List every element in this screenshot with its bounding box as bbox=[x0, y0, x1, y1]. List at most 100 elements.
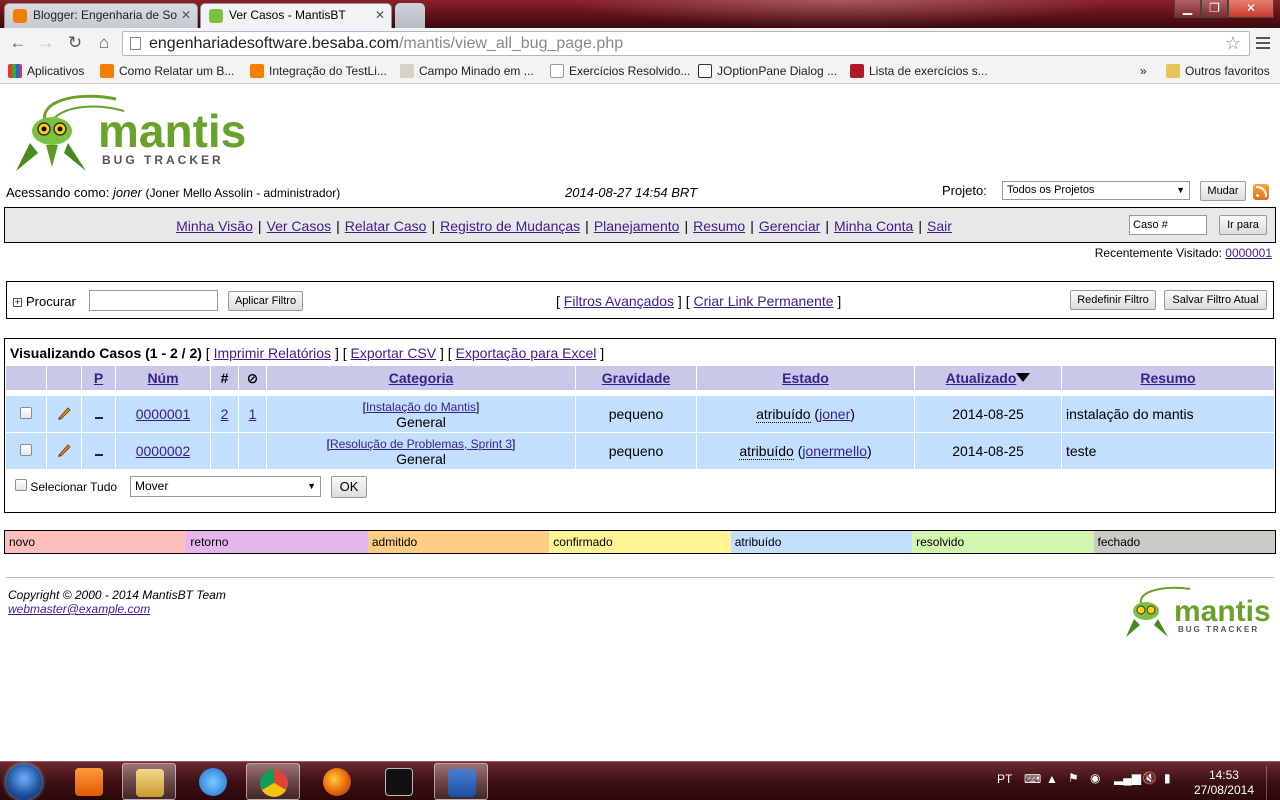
advanced-filters-link[interactable]: Filtros Avançados bbox=[564, 293, 674, 309]
mantis-logo[interactable]: mantis BUG TRACKER bbox=[6, 93, 246, 177]
url-path: /mantis/view_all_bug_page.php bbox=[398, 35, 624, 52]
bug-handler-link[interactable]: jonermello bbox=[802, 443, 867, 459]
taskbar-explorer[interactable] bbox=[122, 763, 176, 800]
filter-toggle[interactable]: + Procurar bbox=[13, 294, 76, 309]
bug-handler-link[interactable]: joner bbox=[819, 406, 850, 422]
webmaster-email-link[interactable]: webmaster@example.com bbox=[8, 602, 150, 616]
col-category[interactable]: Categoria bbox=[389, 370, 454, 386]
blogger-icon bbox=[250, 64, 264, 78]
menu-changelog[interactable]: Registro de Mudanças bbox=[440, 218, 580, 234]
status-legend: novo retorno admitido confirmado atribuí… bbox=[4, 530, 1276, 554]
col-updated[interactable]: Atualizado bbox=[946, 370, 1017, 386]
tab-mantis[interactable]: Ver Casos - MantisBT ✕ bbox=[200, 3, 392, 28]
taskbar-cmd[interactable] bbox=[372, 763, 426, 800]
taskbar-media-player[interactable] bbox=[62, 763, 116, 800]
menu-logout[interactable]: Sair bbox=[927, 218, 952, 234]
select-all-checkbox[interactable] bbox=[15, 479, 27, 491]
mantis-footer-logo[interactable]: mantis BUG TRACKER bbox=[1120, 585, 1272, 645]
reload-icon[interactable]: ↻ bbox=[63, 32, 87, 54]
bookmark-item[interactable]: Como Relatar um B... bbox=[100, 62, 234, 80]
close-tab-icon[interactable]: ✕ bbox=[181, 4, 191, 27]
bookmark-item[interactable]: Lista de exercícios s... bbox=[850, 62, 988, 80]
avast-icon[interactable]: ◉ bbox=[1090, 771, 1100, 785]
bookmark-item[interactable]: Integração do TestLi... bbox=[250, 62, 387, 80]
other-bookmarks[interactable]: Outros favoritos bbox=[1166, 62, 1270, 80]
menu-summary[interactable]: Resumo bbox=[693, 218, 745, 234]
taskbar-firefox[interactable] bbox=[310, 763, 364, 800]
apply-filter-button[interactable]: Aplicar Filtro bbox=[228, 291, 303, 311]
bug-id-link[interactable]: 0000001 bbox=[136, 406, 191, 422]
address-bar[interactable]: engenhariadesoftware.besaba.com/mantis/v… bbox=[122, 31, 1250, 56]
create-permalink-link[interactable]: Criar Link Permanente bbox=[693, 293, 833, 309]
print-reports-link[interactable]: Imprimir Relatórios bbox=[214, 345, 331, 361]
back-icon[interactable]: ← bbox=[6, 32, 30, 54]
menu-manage[interactable]: Gerenciar bbox=[759, 218, 820, 234]
bug-list-title: Visualizando Casos (1 - 2 / 2) bbox=[10, 345, 202, 361]
row-checkbox[interactable] bbox=[20, 407, 32, 419]
action-center-flag-icon[interactable]: ⚑ bbox=[1068, 771, 1079, 785]
chrome-menu-icon[interactable] bbox=[1256, 34, 1270, 52]
login-user-detail: (Joner Mello Assolin - administrador) bbox=[145, 186, 341, 200]
minimize-button[interactable]: ▁ bbox=[1174, 0, 1201, 18]
bookmark-apps[interactable]: Aplicativos bbox=[8, 62, 84, 80]
bulk-ok-button[interactable]: OK bbox=[331, 476, 367, 498]
bookmark-item[interactable]: Exercícios Resolvido... bbox=[550, 62, 690, 80]
show-desktop-button[interactable] bbox=[1266, 766, 1280, 800]
rss-icon[interactable] bbox=[1253, 184, 1269, 200]
taskbar-clock[interactable]: 14:53 27/08/2014 bbox=[1194, 768, 1254, 798]
restore-button[interactable]: ❐ bbox=[1201, 0, 1228, 18]
edit-pencil-icon[interactable] bbox=[56, 405, 72, 421]
tab-blogger[interactable]: Blogger: Engenharia de So ✕ bbox=[4, 3, 198, 28]
keyboard-icon[interactable]: ⌨ bbox=[1024, 772, 1041, 786]
jump-to-issue-input[interactable]: Caso # bbox=[1129, 215, 1207, 235]
new-tab-button[interactable] bbox=[395, 3, 425, 28]
power-icon[interactable]: ▮ bbox=[1164, 771, 1171, 785]
bookmark-star-icon[interactable]: ☆ bbox=[1225, 32, 1241, 55]
save-filter-button[interactable]: Salvar Filtro Atual bbox=[1164, 290, 1267, 310]
forward-icon[interactable]: → bbox=[34, 32, 58, 54]
col-status[interactable]: Estado bbox=[782, 370, 829, 386]
project-select[interactable]: Todos os Projetos ▼ bbox=[1002, 181, 1190, 200]
menu-report-issue[interactable]: Relatar Caso bbox=[345, 218, 427, 234]
reset-filter-button[interactable]: Redefinir Filtro bbox=[1070, 290, 1156, 310]
bug-summary: instalação do mantis bbox=[1062, 396, 1274, 432]
network-signal-icon[interactable]: ▂▄▆ bbox=[1114, 771, 1141, 785]
bookmark-item[interactable]: JOptionPane Dialog ... bbox=[698, 62, 837, 80]
col-priority[interactable]: P bbox=[94, 370, 103, 386]
bug-id-link[interactable]: 0000002 bbox=[136, 443, 191, 459]
close-tab-icon[interactable]: ✕ bbox=[375, 4, 385, 27]
bug-project-link[interactable]: Resolução de Problemas, Sprint 3 bbox=[330, 437, 512, 451]
jump-to-issue-button[interactable]: Ir para bbox=[1219, 215, 1267, 235]
col-id[interactable]: Núm bbox=[147, 370, 178, 386]
export-csv-link[interactable]: Exportar CSV bbox=[351, 345, 437, 361]
menu-roadmap[interactable]: Planejamento bbox=[594, 218, 680, 234]
col-summary[interactable]: Resumo bbox=[1140, 370, 1195, 386]
menu-view-issues[interactable]: Ver Casos bbox=[267, 218, 332, 234]
legend-confirmed: confirmado bbox=[549, 531, 731, 553]
tray-expand-icon[interactable]: ▲ bbox=[1046, 772, 1058, 786]
bookmarks-overflow[interactable]: » bbox=[1140, 62, 1147, 80]
menu-my-view[interactable]: Minha Visão bbox=[176, 218, 253, 234]
taskbar-ie[interactable] bbox=[186, 763, 240, 800]
volume-muted-icon[interactable]: 🔇 bbox=[1142, 771, 1157, 785]
bulk-action-select[interactable]: Mover ▼ bbox=[130, 476, 321, 497]
recently-visited-link[interactable]: 0000001 bbox=[1225, 246, 1272, 260]
taskbar-word[interactable] bbox=[434, 763, 488, 800]
language-indicator[interactable]: PT bbox=[997, 772, 1012, 786]
menu-my-account[interactable]: Minha Conta bbox=[834, 218, 913, 234]
row-checkbox[interactable] bbox=[20, 444, 32, 456]
bookmark-item[interactable]: Campo Minado em ... bbox=[400, 62, 534, 80]
bug-project-link[interactable]: Instalação do Mantis bbox=[366, 400, 476, 414]
taskbar-chrome[interactable] bbox=[246, 763, 300, 800]
start-button[interactable] bbox=[6, 764, 42, 800]
bug-notes-count[interactable]: 2 bbox=[221, 406, 229, 422]
export-excel-link[interactable]: Exportação para Excel bbox=[456, 345, 597, 361]
edit-pencil-icon[interactable] bbox=[56, 442, 72, 458]
search-input[interactable] bbox=[89, 290, 218, 311]
close-window-button[interactable]: ✕ bbox=[1228, 0, 1274, 18]
col-severity[interactable]: Gravidade bbox=[602, 370, 670, 386]
home-icon[interactable]: ⌂ bbox=[92, 32, 116, 54]
select-all[interactable]: Selecionar Tudo bbox=[15, 479, 117, 494]
change-project-button[interactable]: Mudar bbox=[1200, 181, 1246, 201]
bug-attachments-count[interactable]: 1 bbox=[249, 406, 257, 422]
